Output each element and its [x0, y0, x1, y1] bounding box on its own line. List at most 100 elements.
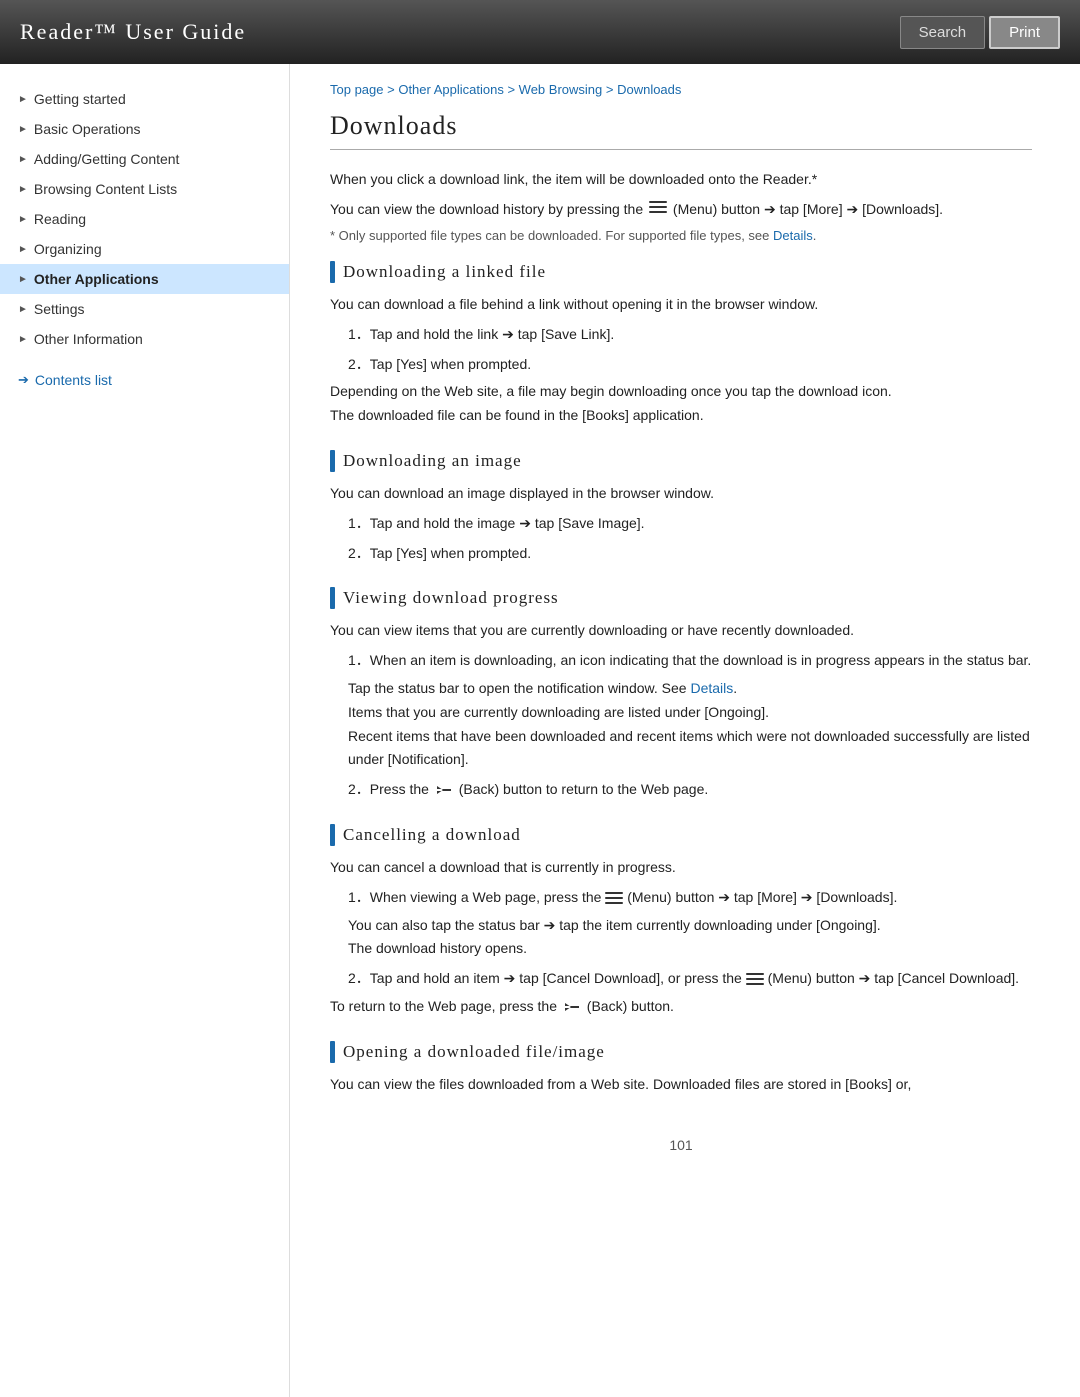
sidebar-item-label: Basic Operations: [34, 121, 141, 137]
sub-step-1: You can also tap the status bar ➔ tap th…: [348, 914, 1032, 938]
main-content: Top page > Other Applications > Web Brow…: [290, 64, 1080, 1397]
section-body: You can download an image displayed in t…: [330, 482, 1032, 565]
breadcrumb: Top page > Other Applications > Web Brow…: [330, 64, 1032, 107]
sidebar-item-label: Other Information: [34, 331, 143, 347]
page-layout: ► Getting started ► Basic Operations ► A…: [0, 64, 1080, 1397]
chevron-right-icon: ►: [18, 244, 28, 255]
back-icon: [561, 998, 583, 1016]
step-2: 2．Press the (Back) button to return to t…: [348, 778, 1032, 802]
section-viewing-download-progress: Viewing download progress You can view i…: [330, 587, 1032, 802]
contents-list-link[interactable]: ➔ Contents list: [0, 372, 289, 388]
section-title: Cancelling a download: [343, 825, 521, 845]
chevron-right-icon: ►: [18, 304, 28, 315]
intro-line2: You can view the download history by pre…: [330, 198, 1032, 222]
section-title: Viewing download progress: [343, 588, 559, 608]
sidebar-item-label: Getting started: [34, 91, 126, 107]
intro-menu-label: (Menu) button ➔ tap [More] ➔: [673, 201, 858, 217]
step-1: 1．When an item is downloading, an icon i…: [348, 649, 1032, 673]
step-2: 2．Tap [Yes] when prompted.: [348, 542, 1032, 566]
chevron-right-icon: ►: [18, 334, 28, 345]
section-header: Downloading an image: [330, 450, 1032, 472]
menu-icon: [649, 200, 667, 214]
sidebar-item-label: Reading: [34, 211, 86, 227]
sidebar-item-other-applications[interactable]: ► Other Applications: [0, 264, 289, 294]
breadcrumb-web-browsing[interactable]: Web Browsing: [519, 82, 603, 97]
section-downloading-an-image: Downloading an image You can download an…: [330, 450, 1032, 565]
sidebar-item-adding-getting-content[interactable]: ► Adding/Getting Content: [0, 144, 289, 174]
sidebar-item-label: Adding/Getting Content: [34, 151, 180, 167]
sidebar-item-settings[interactable]: ► Settings: [0, 294, 289, 324]
intro-line1: When you click a download link, the item…: [330, 168, 1032, 192]
section-header: Downloading a linked file: [330, 261, 1032, 283]
chevron-right-icon: ►: [18, 154, 28, 165]
header-buttons: Search Print: [900, 16, 1060, 49]
chevron-right-icon: ►: [18, 94, 28, 105]
section-cancelling-a-download: Cancelling a download You can cancel a d…: [330, 824, 1032, 1019]
section-downloading-linked-file: Downloading a linked file You can downlo…: [330, 261, 1032, 428]
sidebar-item-label: Settings: [34, 301, 85, 317]
step-1: 1．Tap and hold the link ➔ tap [Save Link…: [348, 323, 1032, 347]
sidebar: ► Getting started ► Basic Operations ► A…: [0, 64, 290, 1397]
section-intro: You can view the files downloaded from a…: [330, 1073, 1032, 1097]
sub-step-1: Tap the status bar to open the notificat…: [348, 677, 1032, 701]
menu-icon: [605, 891, 623, 905]
section-bar-icon: [330, 1041, 335, 1063]
back-icon: [433, 781, 455, 799]
details-link-2[interactable]: Details: [690, 680, 733, 696]
sidebar-item-label: Organizing: [34, 241, 102, 257]
app-title: Reader™ User Guide: [20, 19, 246, 45]
sidebar-item-basic-operations[interactable]: ► Basic Operations: [0, 114, 289, 144]
step-1: 1．When viewing a Web page, press the (Me…: [348, 886, 1032, 910]
section-header: Viewing download progress: [330, 587, 1032, 609]
section-intro: You can cancel a download that is curren…: [330, 856, 1032, 880]
details-link-1[interactable]: Details: [773, 228, 813, 243]
breadcrumb-top-page[interactable]: Top page: [330, 82, 384, 97]
chevron-right-icon: ►: [18, 214, 28, 225]
sidebar-item-other-information[interactable]: ► Other Information: [0, 324, 289, 354]
section-bar-icon: [330, 450, 335, 472]
breadcrumb-other-applications[interactable]: Other Applications: [398, 82, 504, 97]
sidebar-item-label: Other Applications: [34, 271, 159, 287]
menu-icon: [746, 972, 764, 986]
sidebar-item-browsing-content-lists[interactable]: ► Browsing Content Lists: [0, 174, 289, 204]
section-intro: You can download an image displayed in t…: [330, 482, 1032, 506]
section-bar-icon: [330, 587, 335, 609]
section-intro: You can view items that you are currentl…: [330, 619, 1032, 643]
contents-list-label: Contents list: [35, 372, 112, 388]
sub-step-3: Recent items that have been downloaded a…: [348, 725, 1032, 773]
search-button[interactable]: Search: [900, 16, 986, 49]
sidebar-item-reading[interactable]: ► Reading: [0, 204, 289, 234]
chevron-right-icon: ►: [18, 274, 28, 285]
sidebar-item-getting-started[interactable]: ► Getting started: [0, 84, 289, 114]
intro-note: * Only supported file types can be downl…: [330, 228, 1032, 243]
page-title: Downloads: [330, 111, 1032, 150]
return-text: To return to the Web page, press the (Ba…: [330, 995, 1032, 1019]
section-header: Cancelling a download: [330, 824, 1032, 846]
section-body: You can download a file behind a link wi…: [330, 293, 1032, 428]
extra-line-1: Depending on the Web site, a file may be…: [330, 380, 1032, 404]
section-intro: You can download a file behind a link wi…: [330, 293, 1032, 317]
sidebar-item-organizing[interactable]: ► Organizing: [0, 234, 289, 264]
section-body: You can cancel a download that is curren…: [330, 856, 1032, 1019]
section-header: Opening a downloaded file/image: [330, 1041, 1032, 1063]
step-2: 2．Tap and hold an item ➔ tap [Cancel Dow…: [348, 967, 1032, 991]
section-title: Downloading an image: [343, 451, 522, 471]
breadcrumb-downloads[interactable]: Downloads: [617, 82, 681, 97]
sidebar-item-label: Browsing Content Lists: [34, 181, 177, 197]
section-body: You can view the files downloaded from a…: [330, 1073, 1032, 1097]
section-bar-icon: [330, 261, 335, 283]
arrow-right-icon: ➔: [18, 372, 29, 388]
chevron-right-icon: ►: [18, 184, 28, 195]
step-2: 2．Tap [Yes] when prompted.: [348, 353, 1032, 377]
print-button[interactable]: Print: [989, 16, 1060, 49]
page-number: 101: [330, 1137, 1032, 1153]
section-bar-icon: [330, 824, 335, 846]
chevron-right-icon: ►: [18, 124, 28, 135]
step-1: 1．Tap and hold the image ➔ tap [Save Ima…: [348, 512, 1032, 536]
extra-line-2: The downloaded file can be found in the …: [330, 404, 1032, 428]
sub-step-2: Items that you are currently downloading…: [348, 701, 1032, 725]
section-opening-downloaded-file-image: Opening a downloaded file/image You can …: [330, 1041, 1032, 1097]
sub-step-2: The download history opens.: [348, 937, 1032, 961]
section-title: Downloading a linked file: [343, 262, 546, 282]
page-header: Reader™ User Guide Search Print: [0, 0, 1080, 64]
